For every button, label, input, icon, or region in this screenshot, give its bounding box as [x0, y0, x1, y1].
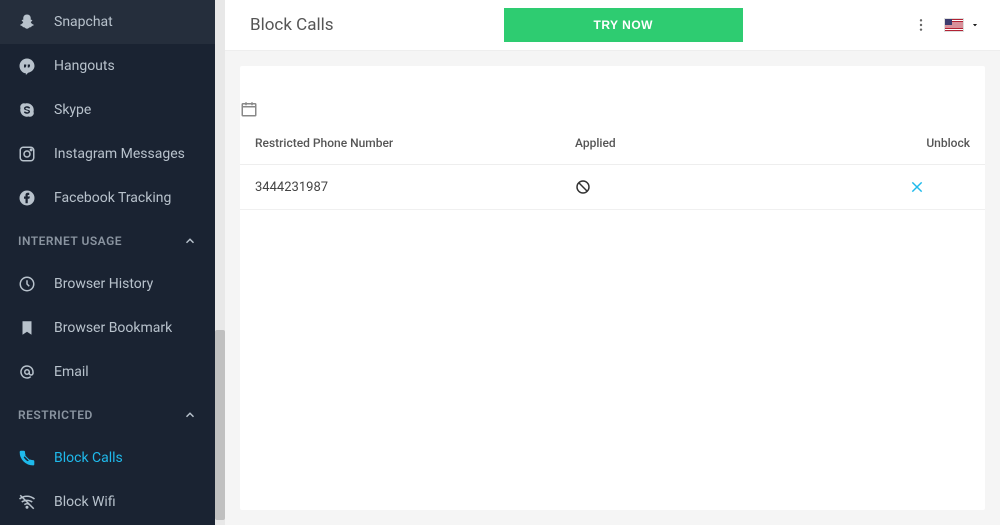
column-header-applied: Applied: [575, 136, 910, 150]
sidebar-item-skype[interactable]: Skype: [0, 88, 215, 132]
blocked-icon: [575, 179, 910, 195]
sidebar-item-email[interactable]: Email: [0, 350, 215, 394]
table-header: Restricted Phone Number Applied Unblock: [240, 118, 985, 165]
sidebar-item-hangouts[interactable]: Hangouts: [0, 44, 215, 88]
sidebar-item-snapchat[interactable]: Snapchat: [0, 0, 215, 44]
sidebar-item-label: Block Calls: [54, 450, 123, 466]
sidebar-item-block-calls[interactable]: Block Calls: [0, 436, 215, 480]
chevron-up-icon: [183, 234, 197, 248]
sidebar-item-facebook[interactable]: Facebook Tracking: [0, 176, 215, 220]
table-row: 3444231987: [240, 165, 985, 210]
try-now-button[interactable]: TRY NOW: [504, 8, 744, 42]
sidebar-item-block-wifi[interactable]: Block Wifi: [0, 480, 215, 524]
hangouts-icon: [15, 54, 39, 78]
sidebar-item-browser-bookmark[interactable]: Browser Bookmark: [0, 306, 215, 350]
unblock-button[interactable]: [910, 180, 970, 194]
sidebar-item-label: Email: [54, 364, 89, 380]
sidebar-item-label: Instagram Messages: [54, 146, 185, 162]
cell-phone-number: 3444231987: [255, 180, 575, 195]
sidebar-section-internet[interactable]: INTERNET USAGE: [0, 220, 215, 262]
scrollbar-thumb[interactable]: [215, 330, 225, 520]
bookmark-icon: [15, 316, 39, 340]
sidebar-item-browser-history[interactable]: Browser History: [0, 262, 215, 306]
header-actions: [913, 17, 980, 33]
calendar-icon[interactable]: [240, 100, 985, 118]
chevron-down-icon: [970, 20, 980, 30]
section-label: INTERNET USAGE: [18, 234, 122, 248]
header: Block Calls TRY NOW: [225, 0, 1000, 51]
facebook-icon: [15, 186, 39, 210]
snapchat-icon: [15, 10, 39, 34]
sidebar-item-label: Browser Bookmark: [54, 320, 172, 336]
sidebar: Snapchat Hangouts Skype Instagram Messag…: [0, 0, 215, 525]
column-header-number: Restricted Phone Number: [255, 136, 575, 150]
page-title: Block Calls: [250, 15, 334, 35]
main-content: Block Calls TRY NOW Restricted Phone Num…: [215, 0, 1000, 525]
language-dropdown[interactable]: [944, 18, 980, 32]
sidebar-item-label: Browser History: [54, 276, 153, 292]
section-label: RESTRICTED: [18, 408, 93, 422]
sidebar-item-label: Block Wifi: [54, 494, 116, 510]
clock-icon: [15, 272, 39, 296]
sidebar-section-restricted[interactable]: RESTRICTED: [0, 394, 215, 436]
chevron-up-icon: [183, 408, 197, 422]
scrollbar-track: [215, 0, 225, 525]
more-vertical-icon[interactable]: [913, 17, 929, 33]
sidebar-item-label: Hangouts: [54, 58, 115, 74]
sidebar-item-label: Facebook Tracking: [54, 190, 171, 206]
cell-applied: [575, 179, 910, 195]
skype-icon: [15, 98, 39, 122]
wifi-off-icon: [15, 490, 39, 514]
cell-unblock: [910, 180, 970, 194]
at-icon: [15, 360, 39, 384]
card: Restricted Phone Number Applied Unblock …: [240, 66, 985, 510]
column-header-unblock: Unblock: [910, 136, 970, 150]
phone-block-icon: [15, 446, 39, 470]
sidebar-item-label: Snapchat: [54, 14, 113, 30]
us-flag-icon: [944, 18, 964, 32]
sidebar-item-instagram[interactable]: Instagram Messages: [0, 132, 215, 176]
instagram-icon: [15, 142, 39, 166]
sidebar-item-label: Skype: [54, 102, 91, 118]
content-area: Restricted Phone Number Applied Unblock …: [215, 51, 1000, 525]
